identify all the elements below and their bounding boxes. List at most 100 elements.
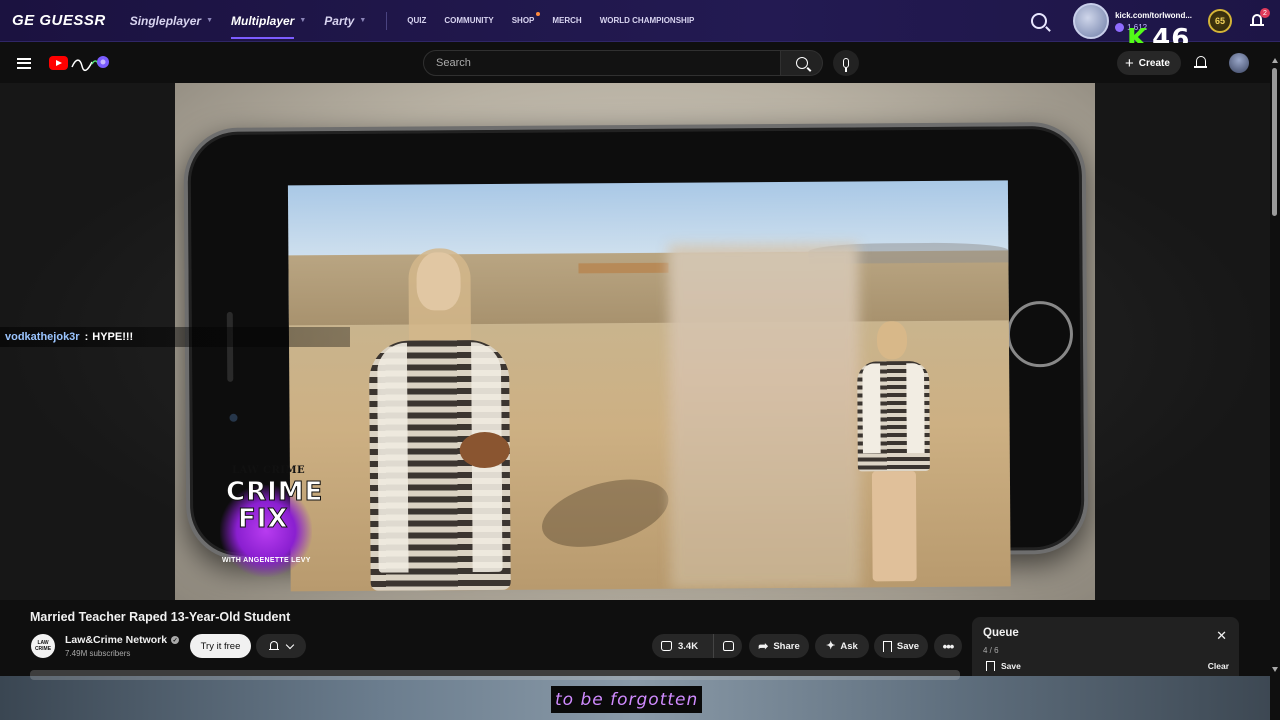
geoguessr-logo[interactable]: GE GUESSR — [12, 12, 106, 29]
geoguessr-nav: Singleplayer ▼ Multiplayer ▼ Party ▼ QUIZ C… — [130, 11, 695, 39]
subscriber-count: 7.49M subscribers — [65, 649, 131, 658]
chat-separator: : — [84, 331, 89, 343]
nav-quiz[interactable]: QUIZ — [407, 16, 426, 25]
scrollbar-thumb[interactable] — [1272, 68, 1277, 216]
scroll-down-arrow-icon[interactable] — [1272, 667, 1278, 672]
voice-search-button[interactable] — [833, 50, 859, 76]
bell-icon[interactable]: 2 — [1250, 8, 1270, 28]
youtube-logo[interactable] — [49, 54, 110, 72]
create-label: Create — [1138, 57, 1170, 69]
like-count: 3.4K — [678, 640, 699, 652]
woman-figure — [358, 248, 520, 592]
verified-check-icon: ✓ — [171, 636, 180, 644]
chat-username: vodkathejok3r — [5, 331, 80, 343]
coin-icon — [1115, 22, 1125, 32]
geoguessr-bar: GE GUESSR Singleplayer ▼ Multiplayer ▼ Par… — [0, 0, 1280, 42]
notification-badge: 2 — [1260, 8, 1270, 18]
ask-label: Ask — [840, 640, 858, 652]
new-dot-icon — [536, 12, 541, 16]
chevron-down-icon: ▼ — [299, 17, 307, 24]
chevron-down-icon: ▼ — [206, 17, 213, 24]
nav-merch[interactable]: MERCH — [552, 16, 581, 25]
nav-party-label: Party — [324, 13, 355, 28]
search-icon[interactable] — [1031, 13, 1048, 29]
nav-party[interactable]: Party ▼ — [324, 14, 366, 28]
queue-save-button[interactable]: Save — [986, 661, 1021, 671]
chevron-down-icon: ▼ — [359, 17, 367, 24]
queue-clear-button[interactable]: Clear — [1208, 661, 1229, 671]
law-crime-label: LAW CRIME — [232, 465, 306, 476]
phone-screen-footage — [287, 180, 1011, 592]
crime-fix-title: CRIME FIX — [225, 477, 324, 534]
share-button[interactable]: ➦ Share — [749, 634, 809, 658]
close-icon[interactable]: ✕ — [1216, 629, 1227, 642]
phone-home-button — [1006, 300, 1074, 368]
scroll-up-arrow-icon[interactable] — [1272, 58, 1278, 63]
more-horizontal-icon: ••• — [942, 638, 955, 654]
bell-icon — [269, 641, 279, 651]
woman-figure-back — [857, 321, 931, 582]
save-button[interactable]: Save — [874, 634, 928, 658]
youtube-doodle-icon — [71, 56, 109, 72]
queue-panel: Queue 4 / 6 ✕ Save Clear — [972, 617, 1239, 677]
video-title: Married Teacher Raped 13-Year-Old Studen… — [30, 610, 291, 624]
notification-preferences-button[interactable] — [256, 634, 306, 658]
search-input[interactable]: Search — [423, 50, 781, 76]
ask-button[interactable]: ✦ Ask — [815, 634, 869, 658]
chat-message: vodkathejok3r : HYPE!!! — [0, 327, 350, 347]
notifications-bell-icon[interactable] — [1194, 56, 1207, 69]
create-button[interactable]: + Create — [1117, 51, 1181, 75]
account-avatar[interactable] — [1229, 53, 1249, 73]
nav-multiplayer-label: Multiplayer — [231, 13, 295, 28]
bookmark-icon — [882, 640, 892, 655]
thumbs-down-icon — [722, 641, 734, 651]
channel-name[interactable]: Law&Crime Network ✓ — [65, 634, 180, 646]
nav-singleplayer[interactable]: Singleplayer ▼ — [130, 14, 213, 28]
avatar[interactable] — [1073, 3, 1110, 39]
try-it-free-button[interactable]: Try it free — [190, 634, 251, 658]
queue-save-label: Save — [1001, 661, 1021, 671]
football — [459, 431, 510, 469]
ground-shadow — [534, 467, 676, 560]
microphone-icon — [843, 58, 849, 72]
level-badge: 65 — [1208, 9, 1232, 33]
nav-shop[interactable]: SHOP — [511, 12, 541, 25]
like-dislike-group: 3.4K — [652, 634, 742, 658]
like-button[interactable]: 3.4K — [652, 634, 714, 658]
caption-box: to be forgotten — [551, 686, 703, 713]
crime-fix-logo: LAW CRIME CRIME FIX WITH ANGENETTE LEVY — [220, 465, 324, 577]
chat-text: HYPE!!! — [92, 331, 134, 343]
phone-camera — [229, 413, 238, 422]
nav-community[interactable]: COMMUNITY — [444, 16, 493, 25]
plus-icon: + — [1125, 54, 1134, 72]
blurred-region — [668, 243, 861, 589]
save-label: Save — [896, 640, 920, 652]
youtube-header: Search + Create — [0, 43, 1280, 83]
nav-shop-label: SHOP — [511, 16, 535, 25]
bookmark-icon — [986, 661, 995, 671]
crime-word: CRIME — [225, 477, 324, 507]
more-actions-button[interactable]: ••• — [934, 634, 962, 658]
share-arrow-icon: ➦ — [758, 639, 769, 653]
channel-name-text: Law&Crime Network — [65, 634, 168, 646]
fix-word: FIX — [237, 504, 289, 534]
username: kick.com/torlwond... — [1115, 10, 1192, 20]
channel-avatar[interactable]: LAW CRIME — [31, 634, 55, 658]
queue-title: Queue — [983, 627, 1019, 639]
nav-multiplayer[interactable]: Multiplayer ▼ — [231, 13, 307, 39]
sparkle-icon: ✦ — [826, 639, 836, 652]
background-shelter — [578, 262, 669, 274]
faded-content-row — [30, 670, 960, 680]
nav-singleplayer-label: Singleplayer — [129, 13, 202, 28]
hamburger-menu-icon[interactable] — [17, 57, 31, 69]
search-bar: Search — [423, 50, 859, 76]
geoguessr-logo-text: GE GUESSR — [12, 12, 106, 29]
youtube-play-icon — [49, 56, 68, 70]
caption-text: to be forgotten — [555, 689, 699, 710]
video-player[interactable]: LAW CRIME CRIME FIX WITH ANGENETTE LEVY … — [0, 83, 1270, 600]
search-button[interactable] — [781, 50, 823, 76]
nav-world-championship[interactable]: WORLD CHAMPIONSHIP — [600, 16, 695, 25]
queue-count: 4 / 6 — [983, 646, 999, 655]
dislike-button[interactable] — [714, 634, 742, 658]
search-icon — [795, 57, 808, 69]
